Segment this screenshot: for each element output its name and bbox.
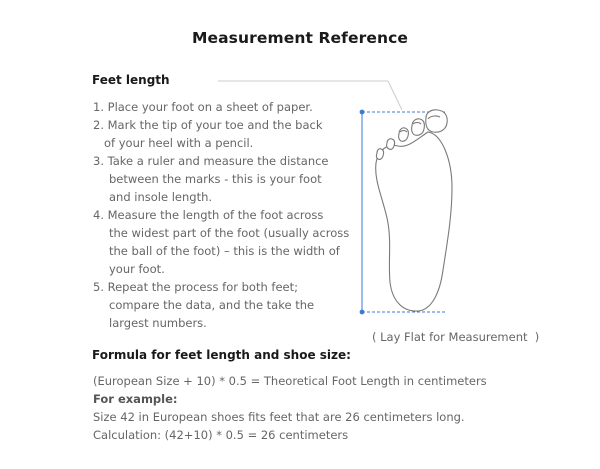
- calculation-line: Calculation: (42+10) * 0.5 = 26 centimet…: [93, 428, 349, 442]
- formula-line: (European Size + 10) * 0.5 = Theoretical…: [93, 374, 487, 388]
- figure-caption: ( Lay Flat for Measurement ): [372, 330, 540, 344]
- formula-heading: Formula for feet length and shoe size:: [92, 348, 351, 362]
- page-title: Measurement Reference: [191, 29, 408, 47]
- feet-length-heading: Feet length: [92, 73, 170, 87]
- foot-measurement-figure: [218, 80, 453, 315]
- formula-block: (European Size + 10) * 0.5 = Theoretical…: [93, 372, 487, 444]
- example-label: For example:: [93, 392, 178, 406]
- leader-line: [218, 80, 403, 111]
- example-line: Size 42 in European shoes fits feet that…: [93, 410, 465, 424]
- foot-outline-icon: [375, 109, 453, 312]
